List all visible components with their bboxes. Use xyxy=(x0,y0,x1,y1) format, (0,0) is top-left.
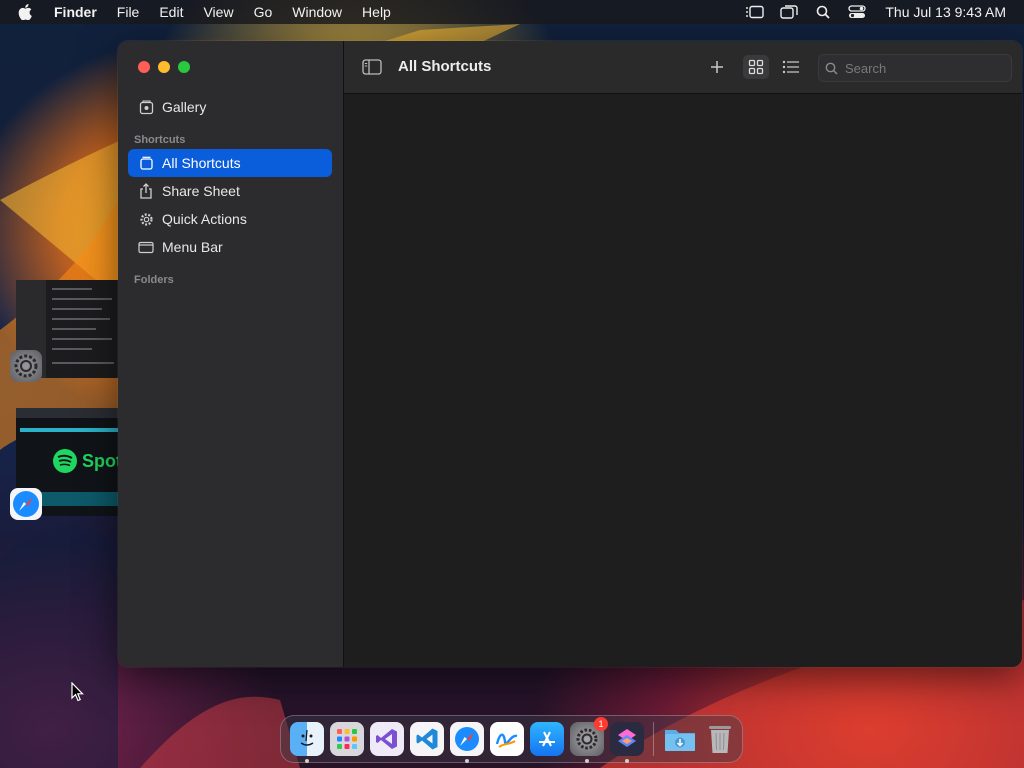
menu-app-name[interactable]: Finder xyxy=(54,0,97,24)
system-settings-thumb-icon[interactable] xyxy=(10,350,42,382)
dock-safari[interactable] xyxy=(450,722,484,763)
sidebar-item-menu-bar[interactable]: Menu Bar xyxy=(128,233,332,261)
sidebar-item-label: Gallery xyxy=(162,99,207,115)
dock-finder[interactable] xyxy=(290,722,324,763)
control-center-icon[interactable] xyxy=(845,0,869,24)
menu-file[interactable]: File xyxy=(117,0,140,24)
grid-view-button[interactable] xyxy=(743,55,769,79)
dock: 1 xyxy=(280,715,743,763)
dock-app-store[interactable] xyxy=(530,722,564,756)
spotify-text: Spot xyxy=(82,450,118,471)
thumb-line xyxy=(52,308,102,310)
menubar-icon xyxy=(138,239,154,255)
running-indicator xyxy=(465,759,469,763)
menu-help[interactable]: Help xyxy=(362,0,391,24)
notification-badge: 1 xyxy=(594,717,608,731)
sidebar-item-label: Quick Actions xyxy=(162,211,247,227)
safari-thumb-icon[interactable] xyxy=(10,488,42,520)
thumb-line xyxy=(52,362,114,364)
sidebar-item-label: Menu Bar xyxy=(162,239,223,255)
thumb-line xyxy=(52,318,110,320)
dock-separator xyxy=(653,722,654,756)
search-field[interactable] xyxy=(818,54,1012,82)
plus-icon xyxy=(711,61,723,73)
menu-go[interactable]: Go xyxy=(254,0,273,24)
dock-downloads-folder[interactable] xyxy=(663,722,697,756)
downloads-folder-icon xyxy=(665,730,695,751)
window-controls xyxy=(138,61,190,73)
dock-freeform[interactable] xyxy=(490,722,524,756)
apple-menu-icon[interactable] xyxy=(18,4,34,20)
mouse-cursor-icon xyxy=(71,682,84,702)
spotlight-icon[interactable] xyxy=(811,0,835,24)
shortcuts-icon xyxy=(618,729,636,747)
trash-icon xyxy=(709,726,731,753)
finder-icon xyxy=(300,729,314,746)
screen-mirroring-icon[interactable] xyxy=(777,0,801,24)
sidebar-item-label: Share Sheet xyxy=(162,183,240,199)
app-store-icon xyxy=(539,731,555,747)
spotify-icon xyxy=(53,449,77,473)
zoom-button[interactable] xyxy=(178,61,190,73)
folders-section-header: Folders xyxy=(134,274,174,286)
list-view-button[interactable] xyxy=(778,55,804,79)
main-content: All Shortcuts xyxy=(344,41,1022,667)
menu-bar: Finder File Edit View Go Window Help Thu… xyxy=(0,0,1024,24)
launchpad-icon xyxy=(337,729,357,749)
thumb-line xyxy=(52,338,112,340)
stage-manager-icon[interactable] xyxy=(743,0,767,24)
thumb-line xyxy=(52,328,96,330)
dock-vscode[interactable] xyxy=(410,722,444,756)
sidebar-item-share-sheet[interactable]: Share Sheet xyxy=(128,177,332,205)
list-view-icon xyxy=(782,60,799,74)
sidebar-item-gallery[interactable]: Gallery xyxy=(128,93,332,121)
sidebar: Gallery Shortcuts All Shortcuts Share Sh… xyxy=(118,41,344,667)
sidebar-item-label: All Shortcuts xyxy=(162,155,241,171)
close-button[interactable] xyxy=(138,61,150,73)
shortcuts-section-header: Shortcuts xyxy=(134,134,186,146)
menubar-status-area: Thu Jul 13 9:43 AM xyxy=(733,0,1006,24)
thumb-tabbar xyxy=(16,408,118,418)
menu-edit[interactable]: Edit xyxy=(159,0,183,24)
dock-trash[interactable] xyxy=(703,722,737,756)
shortcuts-stack-icon xyxy=(138,155,154,171)
menubar-clock[interactable]: Thu Jul 13 9:43 AM xyxy=(885,4,1006,20)
vscode-icon xyxy=(416,728,438,750)
share-icon xyxy=(138,183,154,199)
dock-system-settings[interactable]: 1 xyxy=(570,717,608,763)
gear-icon xyxy=(138,211,154,227)
search-input[interactable] xyxy=(843,59,1007,77)
minimize-button[interactable] xyxy=(158,61,170,73)
menu-view[interactable]: View xyxy=(203,0,233,24)
shortcuts-window: Gallery Shortcuts All Shortcuts Share Sh… xyxy=(118,41,1022,667)
window-title: All Shortcuts xyxy=(398,58,492,75)
sidebar-item-all-shortcuts[interactable]: All Shortcuts xyxy=(128,149,332,177)
add-shortcut-button[interactable] xyxy=(704,55,730,79)
dock-launchpad[interactable] xyxy=(330,722,364,756)
running-indicator xyxy=(585,759,589,763)
sidebar-toggle-icon[interactable] xyxy=(362,57,382,77)
dock-shortcuts[interactable] xyxy=(610,722,644,763)
running-indicator xyxy=(305,759,309,763)
shortcuts-grid-area[interactable] xyxy=(344,94,1022,667)
thumb-line xyxy=(52,288,92,290)
safari-icon xyxy=(455,727,479,751)
thumb-line xyxy=(52,298,112,300)
running-indicator xyxy=(625,759,629,763)
gallery-icon xyxy=(138,99,154,115)
spotify-logo: Spot xyxy=(52,448,118,474)
freeform-icon xyxy=(495,733,518,748)
sidebar-item-quick-actions[interactable]: Quick Actions xyxy=(128,205,332,233)
thumb-banner xyxy=(20,428,118,432)
toolbar: All Shortcuts xyxy=(344,41,1022,94)
dock-visual-studio[interactable] xyxy=(370,722,404,756)
visual-studio-icon xyxy=(376,729,397,749)
grid-view-icon xyxy=(748,59,764,75)
search-icon xyxy=(825,61,839,75)
thumb-line xyxy=(52,348,92,350)
menu-window[interactable]: Window xyxy=(292,0,342,24)
